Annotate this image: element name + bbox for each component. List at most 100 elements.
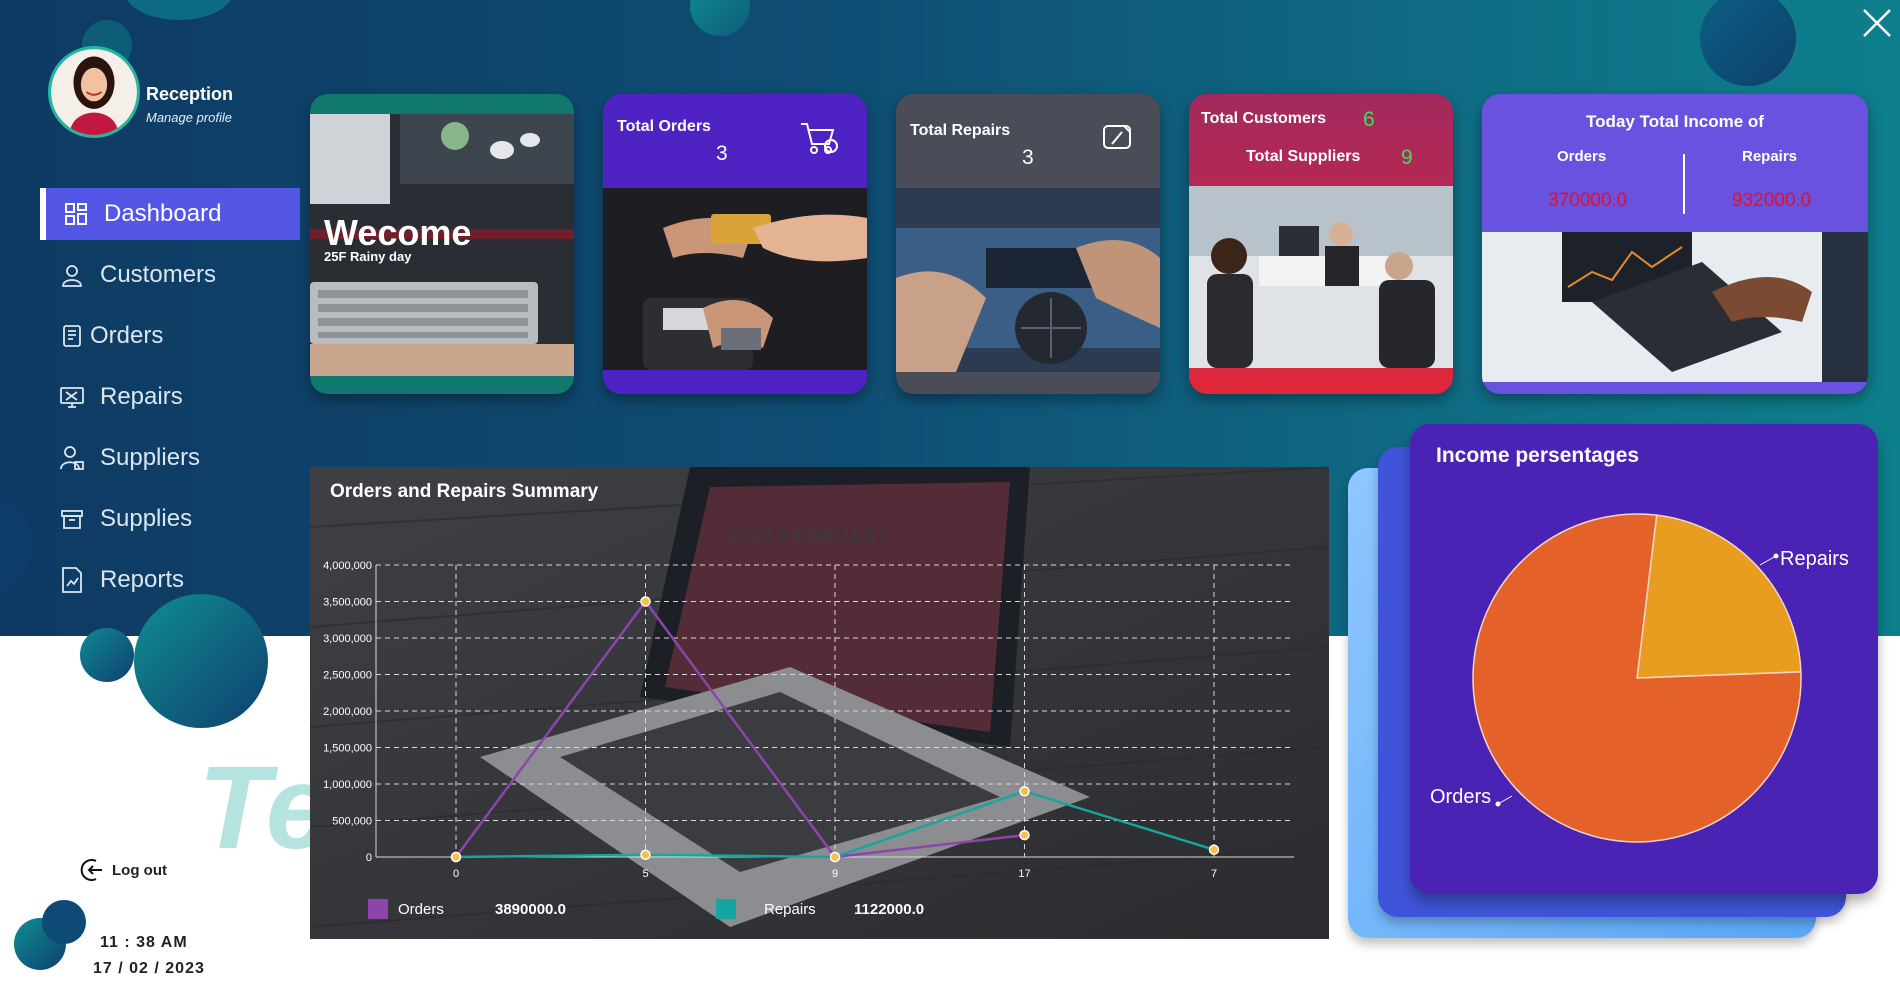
data-point-repairs [1208, 844, 1220, 855]
box-icon [58, 505, 86, 533]
legend-repairs: Repairs [716, 899, 816, 919]
legend-orders-label: Orders [398, 900, 444, 918]
legend-orders: Orders [368, 899, 444, 919]
legend-repairs-swatch [716, 899, 736, 919]
y-tick-label: 2,500,000 [323, 670, 372, 682]
data-point-repairs [1019, 786, 1030, 797]
y-tick-label: 500,000 [332, 816, 372, 828]
y-tick-label: 1,500,000 [323, 743, 372, 755]
clock-date: 17 / 02 / 2023 [93, 960, 205, 977]
x-tick-label: 5 [642, 868, 648, 880]
sidebar-item-repairs[interactable]: Repairs [40, 371, 300, 423]
sidebar-item-suppliers[interactable]: Suppliers [40, 432, 300, 484]
pie-label-repairs: Repairs [1780, 548, 1849, 570]
income-repairs-value: 932000.0 [1732, 190, 1812, 211]
manage-profile-link[interactable]: Manage profile [146, 110, 232, 125]
total-customers-value: 6 [1363, 108, 1375, 131]
income-pie-panel: Income persentages Repairs Orders [1410, 424, 1878, 894]
close-icon [1863, 9, 1891, 37]
series-line-orders [454, 599, 1025, 859]
y-tick-label: 0 [366, 852, 372, 864]
cart-icon [799, 118, 839, 158]
sidebar-item-supplies[interactable]: Supplies [40, 493, 300, 545]
income-title: Today Total Income of [1586, 112, 1764, 131]
sidebar-item-dashboard[interactable]: Dashboard [40, 188, 300, 240]
supplier-person-icon [58, 444, 86, 472]
document-icon [58, 322, 86, 350]
logout-icon [80, 857, 106, 883]
repair-tools-icon [1100, 120, 1140, 160]
total-suppliers-value: 9 [1401, 146, 1413, 169]
total-repairs-value: 3 [1022, 146, 1034, 169]
legend-orders-swatch [368, 899, 388, 919]
legend-orders-total: 3890000.0 [495, 901, 566, 918]
pie-leader-repairs-dot [1773, 553, 1779, 559]
pie-leader-repairs [1759, 555, 1777, 566]
data-point-repairs [640, 849, 651, 861]
pie-chart [1472, 513, 1802, 843]
today-income-card[interactable]: Today Total Income of Orders Repairs 370… [1482, 94, 1868, 394]
y-tick-label: 3,000,000 [323, 633, 372, 645]
customers-photo [1189, 186, 1453, 368]
total-repairs-card[interactable]: Total Repairs 3 [896, 94, 1160, 394]
legend-repairs-label: Repairs [764, 900, 816, 918]
pie-label-orders: Orders [1430, 786, 1492, 808]
decor-bubble [42, 900, 86, 944]
welcome-subtitle: 25F Rainy day [324, 249, 412, 264]
avatar-portrait [51, 49, 137, 135]
y-tick-label: 1,000,000 [323, 779, 372, 791]
x-tick-label: 17 [1018, 868, 1030, 880]
total-suppliers-label: Total Suppliers [1246, 148, 1361, 165]
dashboard-grid-icon [62, 200, 90, 228]
welcome-title: Wecome [324, 212, 472, 253]
profile-section[interactable]: Reception Manage profile [48, 46, 288, 141]
y-tick-label: 3,500,000 [323, 597, 372, 609]
sidebar-item-label: Customers [100, 261, 217, 288]
orders-photo [603, 188, 867, 370]
customers-suppliers-card[interactable]: Total Customers 6 Total Suppliers 9 [1189, 94, 1453, 394]
legend-repairs-total: 1122000.0 [854, 901, 925, 918]
total-repairs-label: Total Repairs [910, 122, 1011, 139]
sidebar-item-orders[interactable]: Orders [40, 310, 300, 362]
close-button[interactable] [1858, 4, 1896, 42]
logout-button[interactable]: Log out [80, 857, 167, 883]
data-point-orders [640, 596, 651, 607]
y-tick-label: 2,000,000 [323, 706, 372, 718]
total-orders-card[interactable]: Total Orders 3 [603, 94, 867, 394]
total-orders-value: 3 [716, 142, 728, 165]
pie-slice-repairs [1636, 514, 1802, 679]
sidebar-item-label: Repairs [100, 383, 183, 410]
user-icon [58, 261, 86, 289]
data-point-repairs [450, 851, 462, 863]
sidebar-item-label: Dashboard [104, 200, 222, 227]
line-chart-plot: 0 500,000 1,000,000 1,500,000 2,000,000 2,500… [323, 560, 1294, 880]
profile-name: Reception [146, 84, 234, 104]
logout-label: Log out [112, 861, 167, 879]
sidebar-nav: Dashboard Customers Orders Repairs Suppl… [40, 188, 300, 615]
repair-monitor-icon [58, 383, 86, 411]
report-chart-icon [58, 566, 86, 594]
orders-repairs-chart: Orders and Repairs Summary 2023 FEBRUARY… [310, 467, 1329, 939]
total-customers-label: Total Customers [1201, 110, 1327, 127]
income-photo [1482, 232, 1868, 382]
sidebar-item-label: Orders [90, 322, 164, 349]
clock-time: 11 : 38 AM [100, 934, 188, 951]
repairs-photo [896, 188, 1160, 372]
sidebar-item-reports[interactable]: Reports [40, 554, 300, 606]
income-orders-label: Orders [1557, 148, 1607, 165]
total-orders-label: Total Orders [617, 118, 711, 135]
data-point-repairs [829, 851, 841, 863]
x-tick-label: 0 [453, 868, 459, 880]
x-tick-label: 7 [1211, 868, 1217, 880]
avatar[interactable] [48, 46, 140, 138]
sidebar-item-label: Supplies [100, 505, 193, 532]
income-divider [1683, 154, 1685, 214]
sidebar-item-label: Reports [100, 566, 185, 593]
income-repairs-label: Repairs [1742, 148, 1798, 165]
welcome-card: Wecome 25F Rainy day [310, 94, 574, 394]
sidebar-item-customers[interactable]: Customers [40, 249, 300, 301]
sidebar-item-label: Suppliers [100, 444, 201, 471]
data-point-orders [1019, 829, 1030, 841]
income-orders-value: 370000.0 [1548, 190, 1628, 211]
decor-bubble [80, 628, 134, 682]
